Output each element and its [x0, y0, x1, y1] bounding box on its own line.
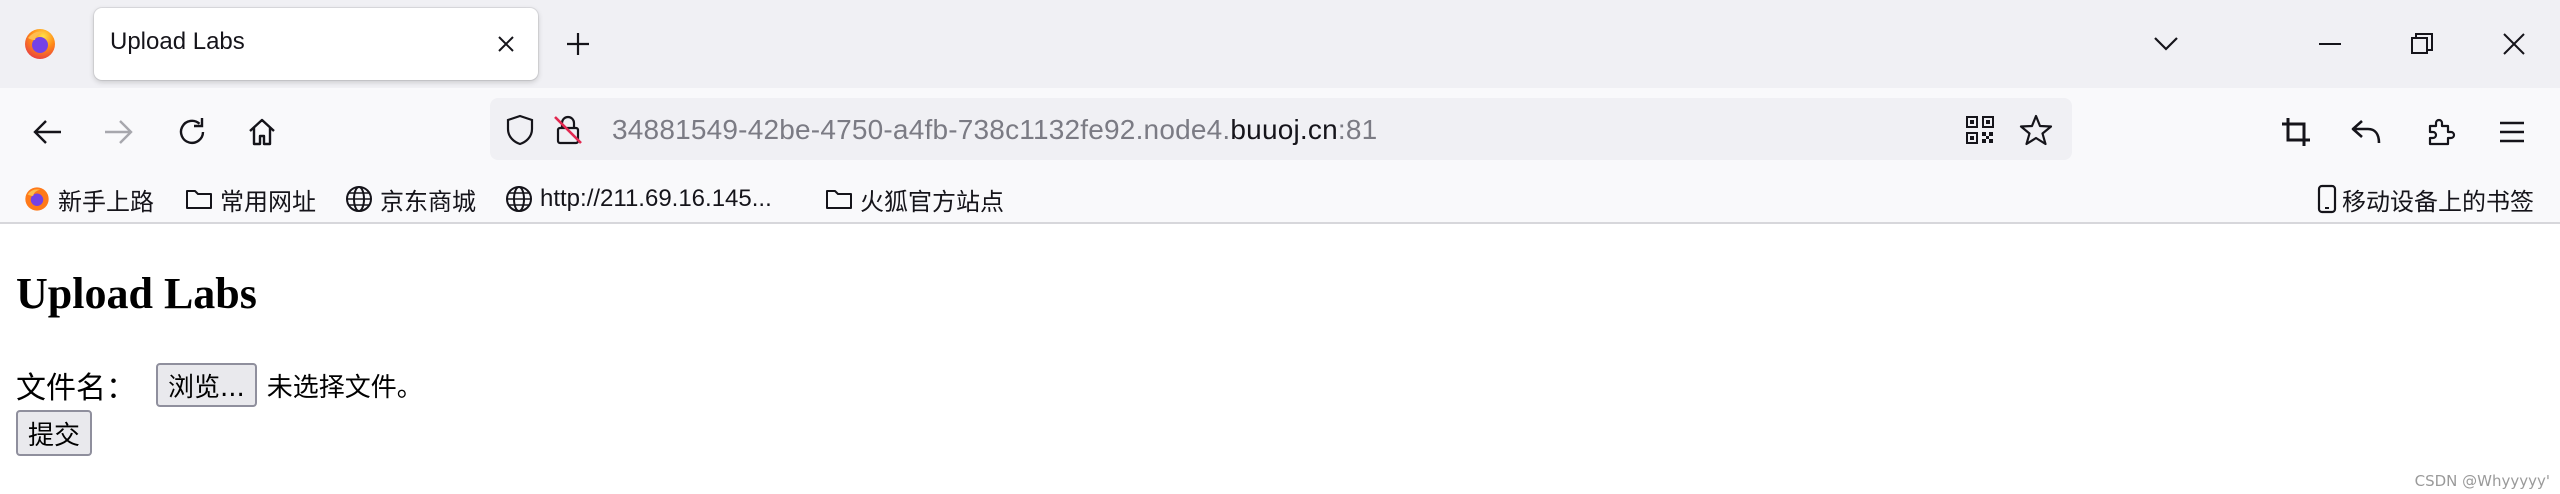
mobile-bookmarks-folder[interactable]: 移动设备上的书签: [2312, 180, 2534, 218]
url-port: :81: [1337, 114, 1378, 145]
reload-icon: [179, 118, 205, 145]
restore-icon: [2411, 33, 2433, 54]
bookmark-label: 新手上路: [58, 188, 154, 216]
home-button[interactable]: [238, 108, 286, 156]
bookmark-item[interactable]: 京东商城: [344, 180, 476, 218]
crop-screenshot-button[interactable]: [2272, 108, 2320, 156]
back-button[interactable]: [24, 108, 72, 156]
minimize-icon: [2319, 43, 2341, 45]
folder-icon: [184, 184, 214, 214]
reload-button[interactable]: [168, 108, 216, 156]
forward-button[interactable]: [94, 108, 142, 156]
qr-code-icon[interactable]: [1962, 112, 1998, 148]
list-all-tabs-button[interactable]: [2144, 22, 2188, 66]
app-menu-button[interactable]: [2488, 108, 2536, 156]
bookmarks-toolbar: 新手上路 常用网址 京东商城 http://211.69.16.145... 火…: [0, 174, 2560, 224]
restore-button[interactable]: [2376, 14, 2468, 74]
navigation-toolbar: 34881549-42be-4750-a4fb-738c1132fe92.nod…: [0, 88, 2560, 174]
watermark: CSDN @Whyyyyy': [2414, 472, 2550, 490]
bookmark-label: 移动设备上的书签: [2342, 188, 2534, 216]
url-text[interactable]: 34881549-42be-4750-a4fb-738c1132fe92.nod…: [612, 114, 1377, 146]
url-subdomain: 34881549-42be-4750-a4fb-738c1132fe92.nod…: [612, 114, 1231, 145]
new-tab-button[interactable]: [556, 22, 600, 66]
folder-icon: [824, 184, 854, 214]
tab-upload-labs[interactable]: Upload Labs: [94, 8, 538, 80]
chevron-down-icon: [2154, 37, 2178, 51]
firefox-icon: [22, 184, 52, 214]
url-bar[interactable]: 34881549-42be-4750-a4fb-738c1132fe92.nod…: [490, 98, 2072, 160]
globe-icon: [504, 184, 534, 214]
arrow-right-icon: [105, 120, 133, 144]
close-tab-icon[interactable]: [488, 26, 524, 62]
bookmark-star-icon[interactable]: [2016, 110, 2056, 150]
tracking-protection-shield-icon[interactable]: [502, 112, 538, 148]
minimize-button[interactable]: [2284, 14, 2376, 74]
submit-button[interactable]: 提交: [16, 410, 93, 456]
globe-icon: [344, 184, 374, 214]
tab-strip: Upload Labs: [0, 0, 2560, 88]
page-heading: Upload Labs: [16, 269, 257, 318]
extensions-button[interactable]: [2416, 108, 2464, 156]
bookmark-item[interactable]: http://211.69.16.145...: [504, 180, 772, 218]
browse-file-button[interactable]: 浏览...: [156, 363, 257, 407]
hamburger-menu-icon: [2500, 121, 2524, 143]
bookmark-label: 常用网址: [220, 188, 316, 216]
bookmark-label: http://211.69.16.145...: [540, 185, 772, 212]
home-icon: [249, 118, 275, 146]
bookmark-folder[interactable]: 常用网址: [184, 180, 316, 218]
tab-title: Upload Labs: [110, 28, 245, 55]
file-upload-row: 文件名： 浏览... 未选择文件。: [16, 362, 423, 408]
no-file-selected-text: 未选择文件。: [266, 372, 423, 403]
reply-arrow-icon: [2351, 120, 2381, 144]
insecure-connection-lock-icon[interactable]: [550, 112, 586, 148]
undo-button[interactable]: [2342, 108, 2390, 156]
arrow-left-icon: [33, 120, 61, 144]
mobile-device-icon: [2312, 184, 2342, 214]
file-label: 文件名：: [16, 372, 136, 405]
firefox-menu-icon[interactable]: [22, 26, 58, 62]
page-content: Upload Labs 文件名： 浏览... 未选择文件。 提交 CSDN @W…: [0, 226, 2560, 494]
bookmark-label: 火狐官方站点: [860, 188, 1004, 216]
bookmark-item[interactable]: 新手上路: [22, 180, 154, 218]
close-icon: [2503, 33, 2525, 55]
bookmark-folder[interactable]: 火狐官方站点: [824, 180, 1004, 218]
url-domain: buuoj.cn: [1230, 114, 1338, 145]
close-window-button[interactable]: [2468, 14, 2560, 74]
crop-icon: [2282, 118, 2310, 146]
bookmark-label: 京东商城: [380, 188, 476, 216]
puzzle-piece-icon: [2428, 118, 2456, 146]
plus-icon: [567, 33, 589, 55]
